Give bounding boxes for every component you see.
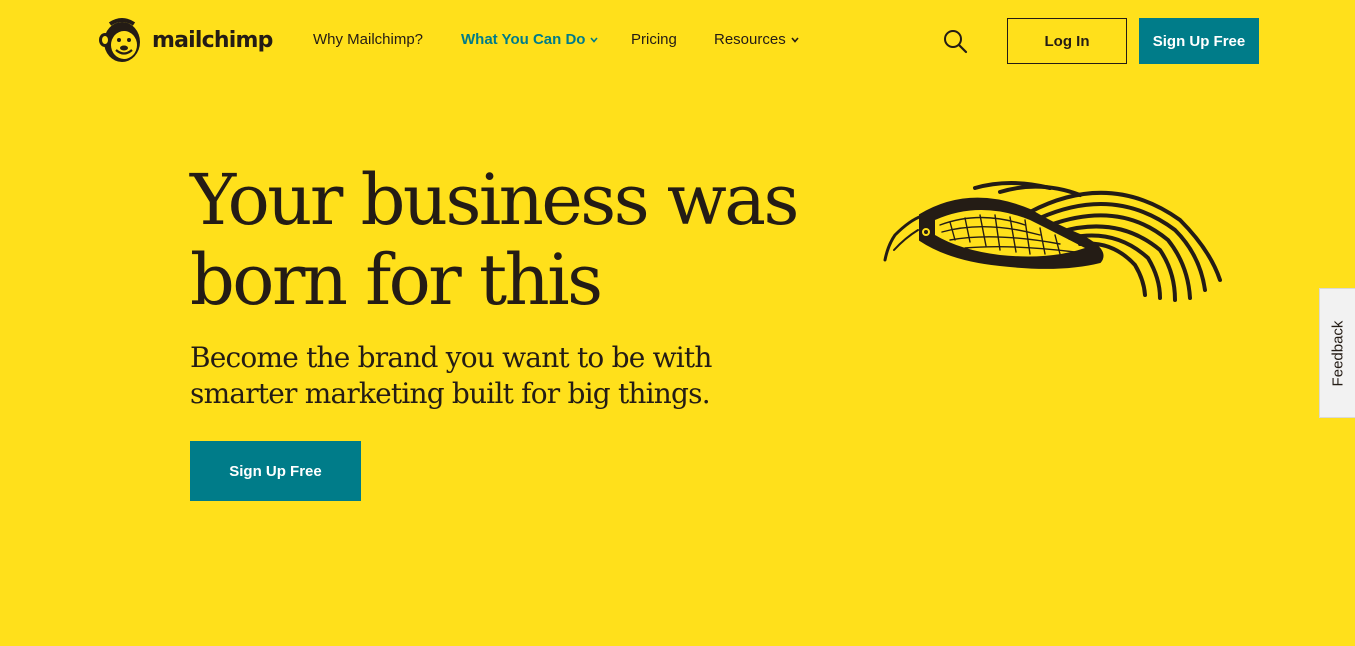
- search-button[interactable]: [942, 28, 968, 54]
- hero-title-line: Your business was: [190, 159, 799, 241]
- signup-button-header[interactable]: Sign Up Free: [1139, 18, 1259, 64]
- chevron-down-icon: [791, 36, 799, 43]
- site-header: mailchimp Why Mailchimp? What You Can Do…: [0, 0, 1355, 84]
- nav-item-label: Why Mailchimp?: [313, 31, 424, 48]
- brand-name: mailchimp: [152, 27, 273, 53]
- feedback-tab[interactable]: Feedback: [1319, 288, 1355, 418]
- nav-what-you-can-do[interactable]: What You Can Do: [461, 31, 599, 48]
- hero-title-line: born for this: [190, 239, 603, 321]
- signup-button-hero[interactable]: Sign Up Free: [190, 441, 361, 501]
- mailchimp-logo[interactable]: mailchimp: [96, 14, 273, 66]
- nav-resources[interactable]: Resources: [714, 31, 799, 48]
- hero-subtitle-line: smarter marketing built for big things.: [190, 377, 711, 410]
- hero-subtitle: Become the brand you want to be with sma…: [190, 340, 790, 412]
- feedback-label: Feedback: [1329, 320, 1346, 386]
- search-icon: [944, 30, 968, 54]
- chevron-down-icon: [590, 36, 599, 43]
- freddie-logo-icon: [99, 18, 140, 62]
- bird-illustration: [883, 181, 1222, 302]
- nav-item-label: Resources: [714, 31, 786, 48]
- nav-why-mailchimp[interactable]: Why Mailchimp?: [313, 31, 423, 48]
- login-button[interactable]: Log In: [1007, 18, 1127, 64]
- hero-title: Your business was born for this: [190, 160, 850, 320]
- hero-subtitle-line: Become the brand you want to be with: [190, 341, 712, 374]
- nav-item-label: What You Can Do: [461, 31, 586, 48]
- nav-pricing[interactable]: Pricing: [631, 31, 677, 48]
- nav-item-label: Pricing: [631, 31, 677, 48]
